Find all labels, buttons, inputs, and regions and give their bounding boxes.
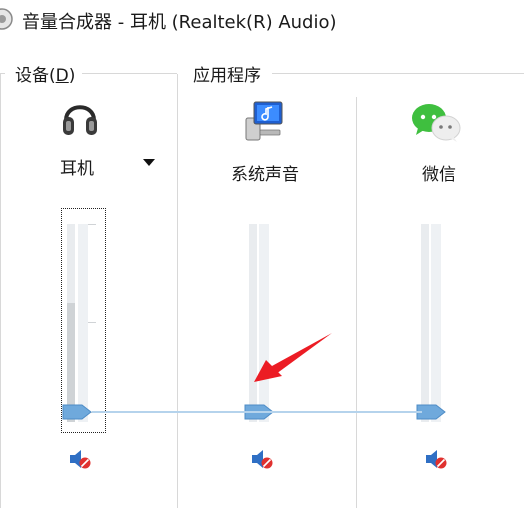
devices-section-label: 设备(D) (15, 66, 76, 86)
wechat-volume-track (431, 224, 441, 422)
headphones-icon (63, 105, 97, 135)
window-title: 音量合成器 - 耳机 (Realtek(R) Audio) (22, 12, 337, 33)
wechat-icon (412, 104, 461, 142)
device-mute-button[interactable] (68, 448, 92, 470)
system-sounds-mute-button[interactable] (250, 448, 274, 470)
system-sounds-volume-slider[interactable] (246, 224, 276, 422)
device-name-label[interactable]: 耳机 (60, 154, 94, 179)
section-border (177, 74, 178, 508)
section-divider (82, 73, 177, 74)
annotation-arrow-icon (254, 333, 332, 382)
system-sounds-icon (245, 101, 283, 141)
channel-separator (356, 97, 357, 508)
wechat-level-meter (421, 224, 429, 422)
speaker-app-icon (0, 8, 13, 30)
section-divider (272, 73, 524, 74)
speaker-muted-icon (70, 450, 91, 469)
system-sounds-volume-track (259, 224, 269, 422)
device-level-meter (67, 224, 75, 422)
device-dropdown-chevron-icon[interactable] (143, 159, 155, 166)
balance-line (92, 411, 422, 413)
device-volume-track (78, 224, 88, 422)
speaker-muted-icon (426, 450, 447, 469)
title-bar: 音量合成器 - 耳机 (Realtek(R) Audio) (0, 0, 524, 40)
system-sounds-level-meter (249, 224, 257, 422)
section-border (0, 74, 1, 508)
speaker-muted-icon (252, 450, 273, 469)
wechat-mute-button[interactable] (424, 448, 448, 470)
device-volume-thumb[interactable] (62, 404, 92, 420)
wechat-label: 微信 (422, 165, 456, 185)
wechat-volume-slider[interactable] (418, 224, 448, 422)
system-sounds-label: 系统声音 (231, 165, 299, 185)
applications-section-label: 应用程序 (193, 66, 261, 86)
device-volume-slider[interactable] (64, 224, 96, 422)
